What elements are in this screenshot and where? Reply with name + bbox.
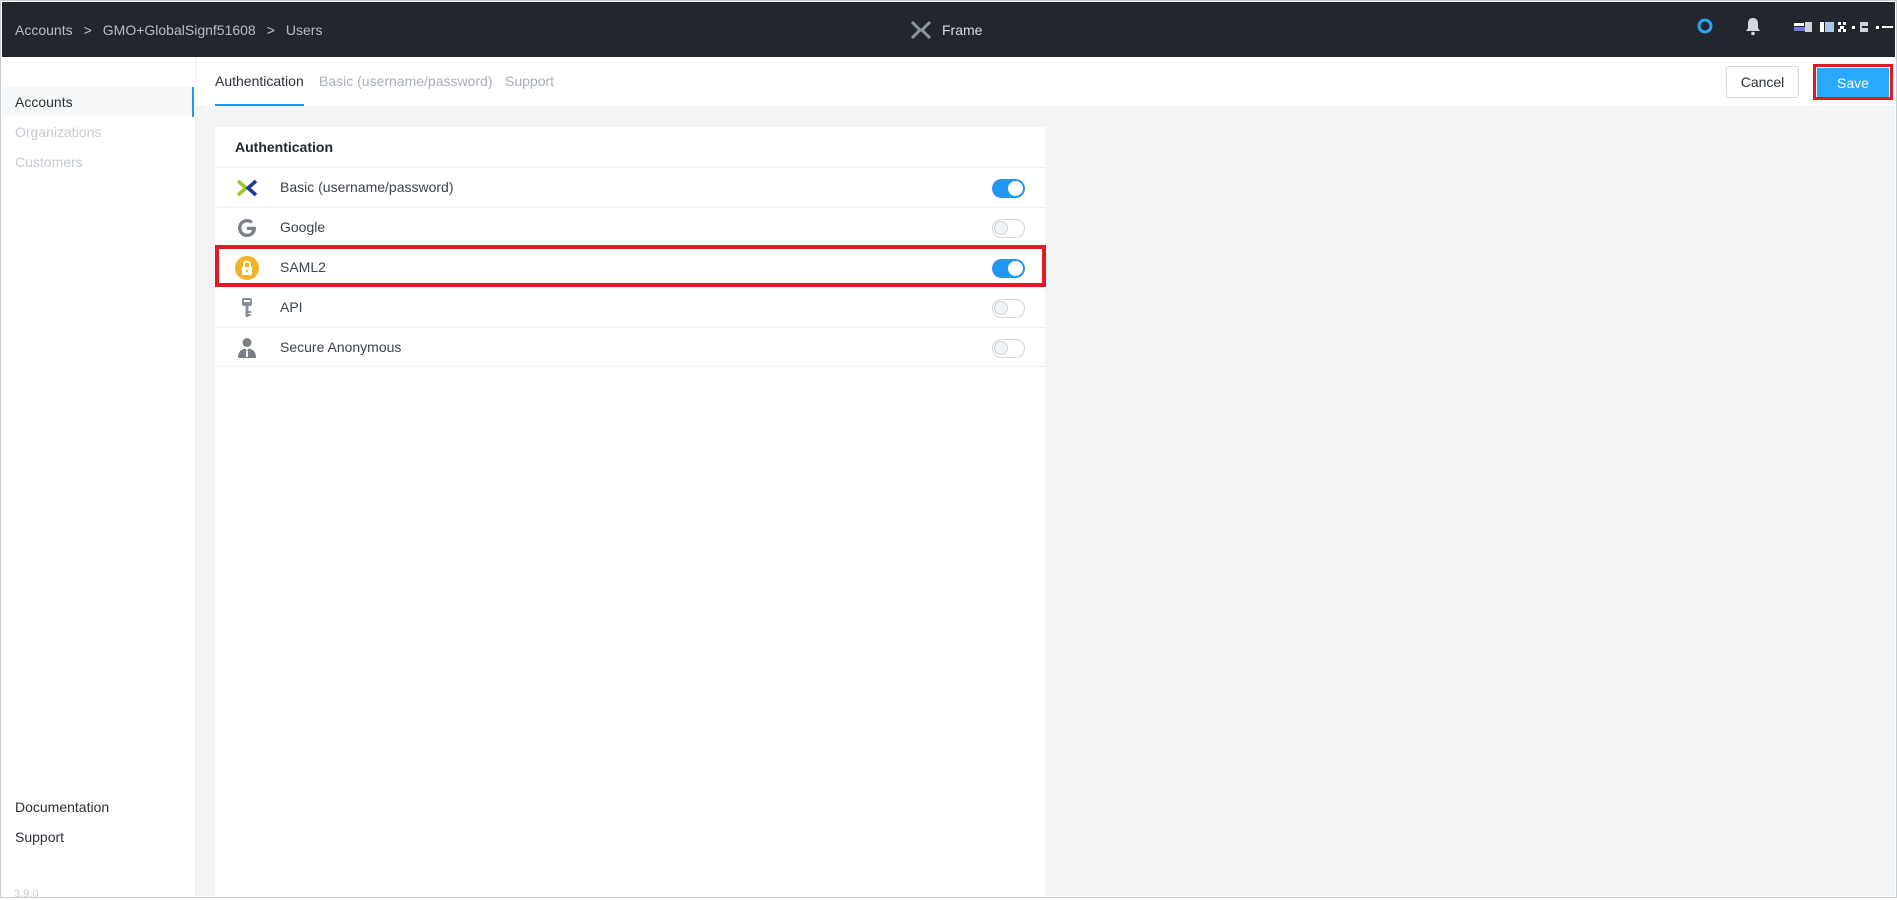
frame-logo-icon: [910, 20, 932, 39]
tab-authentication[interactable]: Authentication: [215, 57, 304, 106]
breadcrumb-accounts[interactable]: Accounts: [15, 22, 73, 38]
tab-bar: Authentication Basic (username/password)…: [196, 57, 1895, 106]
provider-label: API: [280, 299, 303, 315]
brand: Frame: [910, 2, 982, 57]
api-toggle[interactable]: [992, 299, 1025, 318]
lock-icon: [235, 256, 259, 280]
google-toggle[interactable]: [992, 219, 1025, 238]
support-link[interactable]: Support: [15, 829, 64, 845]
basic-toggle[interactable]: [992, 179, 1025, 198]
provider-row-saml2: SAML2: [215, 247, 1045, 287]
tab-support[interactable]: Support: [505, 57, 554, 106]
breadcrumb-separator: >: [83, 21, 92, 38]
sidebar-item-organizations[interactable]: Organizations: [2, 117, 194, 147]
brand-name: Frame: [942, 21, 983, 38]
version-label: 3.9.0: [14, 888, 39, 900]
anonymous-user-icon: [238, 338, 256, 358]
key-icon: [242, 298, 252, 317]
frame-x-logo-icon: [236, 179, 258, 197]
breadcrumb: Accounts > GMO+GlobalSignf51608 > Users: [15, 2, 322, 57]
sidebar: Accounts Organizations Customers Documen…: [2, 57, 196, 896]
provider-label: Secure Anonymous: [280, 339, 402, 355]
tab-basic[interactable]: Basic (username/password): [319, 57, 493, 106]
sidebar-item-customers[interactable]: Customers: [2, 147, 194, 177]
bell-icon[interactable]: [1744, 16, 1762, 36]
provider-label: SAML2: [280, 259, 326, 275]
toggle-knob: [1008, 261, 1023, 276]
toggle-knob: [994, 301, 1008, 315]
sidebar-item-accounts[interactable]: Accounts: [2, 87, 194, 117]
google-g-icon: [238, 219, 256, 237]
saml2-toggle[interactable]: [992, 259, 1025, 278]
user-menu-icon[interactable]: [1794, 20, 1893, 34]
top-bar: Accounts > GMO+GlobalSignf51608 > Users …: [2, 2, 1895, 57]
provider-row-secure-anonymous: Secure Anonymous: [215, 327, 1045, 367]
secure-anonymous-toggle[interactable]: [992, 339, 1025, 358]
authentication-card: Authentication Basic (username/password)…: [215, 127, 1045, 896]
save-button[interactable]: Save: [1817, 68, 1889, 97]
cancel-button[interactable]: Cancel: [1726, 66, 1799, 98]
breadcrumb-separator: >: [266, 21, 275, 38]
breadcrumb-users: Users: [285, 21, 323, 38]
provider-row-google: Google: [215, 207, 1045, 247]
provider-row-basic: Basic (username/password): [215, 167, 1045, 207]
provider-label: Basic (username/password): [280, 179, 454, 195]
toggle-knob: [1008, 181, 1023, 196]
documentation-link[interactable]: Documentation: [15, 799, 109, 815]
breadcrumb-account[interactable]: GMO+GlobalSignf51608: [103, 22, 256, 38]
provider-label: Google: [280, 219, 326, 235]
toggle-knob: [994, 341, 1008, 355]
toggle-knob: [994, 221, 1008, 235]
provider-row-api: API: [215, 287, 1045, 327]
status-ring-icon[interactable]: [1697, 18, 1713, 34]
card-title: Authentication: [235, 139, 333, 155]
